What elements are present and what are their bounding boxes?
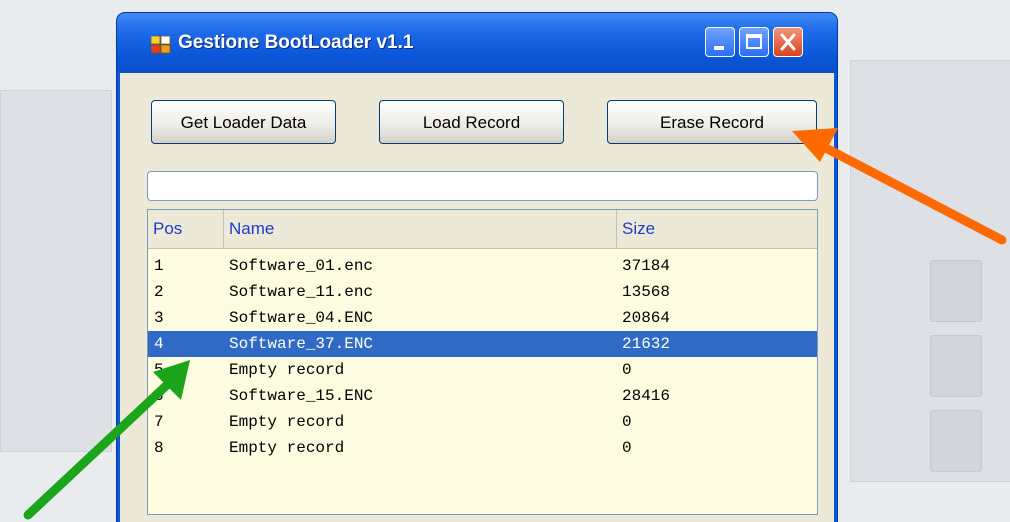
orange-arrow xyxy=(792,128,1007,245)
green-arrow xyxy=(23,360,190,520)
annotation-arrows xyxy=(23,128,1007,520)
